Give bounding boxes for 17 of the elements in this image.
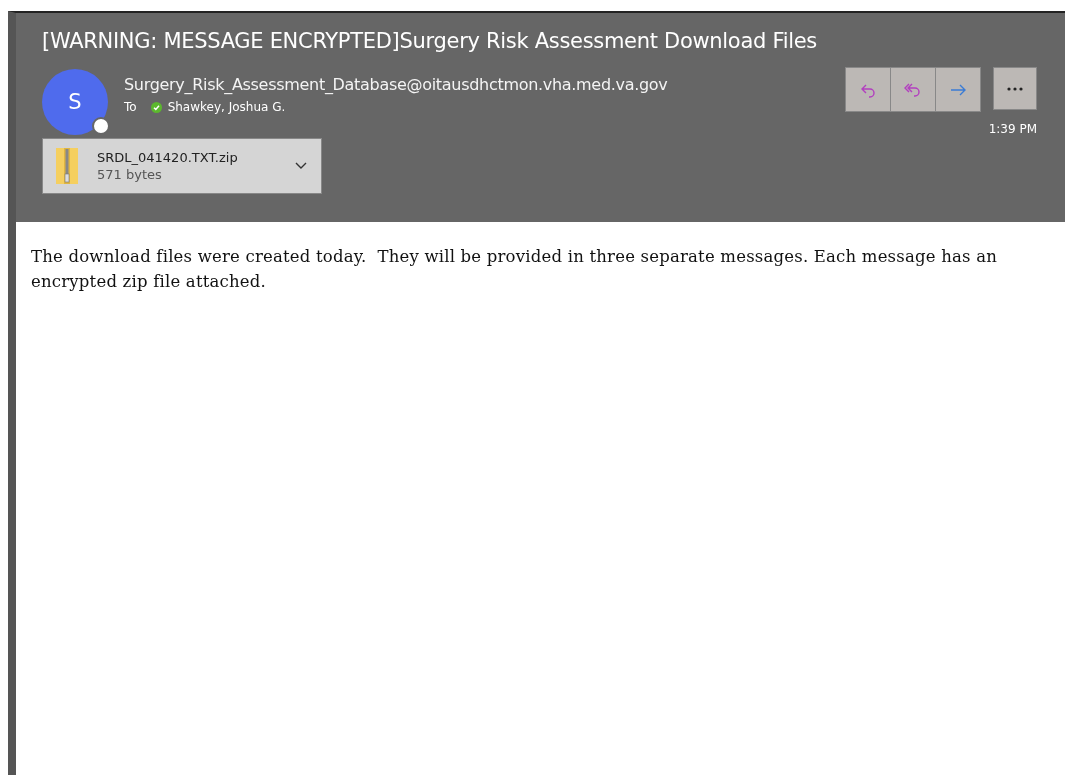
forward-button[interactable] (936, 68, 980, 111)
message-subject: [WARNING: MESSAGE ENCRYPTED]Surgery Risk Assessment Download Files (42, 29, 818, 53)
zip-folder-icon (56, 148, 78, 184)
attachment-size: 571 bytes (97, 167, 163, 182)
avatar-initial: S (68, 90, 82, 114)
recipient-name[interactable]: Shawkey, Joshua G. (167, 100, 286, 114)
chevron-down-icon[interactable] (295, 162, 307, 170)
more-button[interactable] (993, 67, 1037, 110)
reply-all-button[interactable] (891, 68, 935, 111)
sender-address: Surgery_Risk_Assessment_Database@oitausdhctmon.vha.med.va.gov (124, 75, 669, 94)
attachment-card[interactable]: SRDL_041420.TXT.zip 571 bytes (42, 138, 322, 194)
message-time: 1:39 PM (988, 122, 1037, 136)
reply-button[interactable] (846, 68, 890, 111)
to-label: To (124, 100, 137, 114)
message-body: The download files were created today. They will be provided in three separate messages. Each message has an encrypted zip file attached. (31, 246, 998, 293)
attachment-name: SRDL_041420.TXT.zip (97, 150, 239, 165)
more-icon (1007, 86, 1023, 91)
